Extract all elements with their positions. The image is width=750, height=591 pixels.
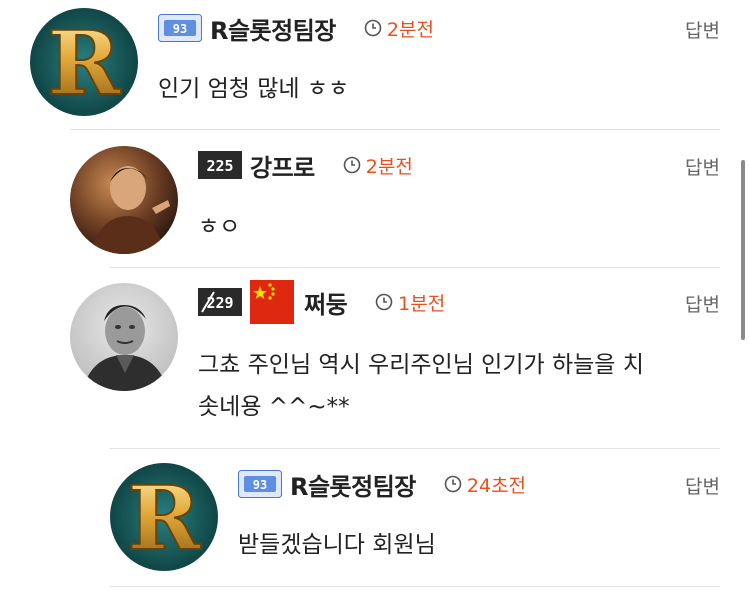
comment-item: 229 쩌둥 1분전 답변 그쵸 주인님 역시 우리주인님 인기가 하늘을 치 … — [0, 268, 750, 448]
level-badge-icon: 229 — [198, 288, 242, 316]
time-text: 1분전 — [398, 292, 446, 315]
reply-button[interactable]: 답변 — [685, 472, 720, 499]
divider — [110, 586, 720, 587]
avatar[interactable] — [70, 283, 178, 391]
comment-text: 받들겠습니다 회원님 — [238, 532, 436, 558]
svg-text:R: R — [127, 466, 201, 570]
comment-text-line-2: 솟네용 ^^~** — [198, 394, 350, 420]
clock-icon — [343, 156, 366, 174]
comment-text: 인기 엄청 많네 ㅎㅎ — [158, 76, 350, 102]
svg-text:93: 93 — [253, 478, 267, 492]
scrollbar[interactable] — [741, 160, 745, 340]
clock-icon — [364, 19, 387, 37]
china-flag-icon — [250, 280, 294, 324]
comment-text-line-1: 그쵸 주인님 역시 우리주인님 인기가 하늘을 치 — [198, 352, 644, 378]
svg-text:R: R — [47, 11, 121, 115]
comment-list: R 93 R슬롯정팀장 2분전 답변 인기 엄청 많네 ㅎㅎ 225 강프로 2… — [0, 0, 750, 591]
svg-text:225: 225 — [206, 157, 233, 175]
time-text: 2분전 — [386, 18, 434, 41]
comment-time: 24초전 — [444, 471, 526, 498]
clock-icon — [444, 475, 467, 493]
comment-item: 225 강프로 2분전 답변 ㅎㅇ — [0, 130, 750, 268]
level-badge-icon: 93 — [238, 470, 282, 498]
clock-icon — [375, 293, 398, 311]
reply-button[interactable]: 답변 — [685, 16, 720, 43]
author-name[interactable]: 강프로 — [250, 148, 315, 183]
avatar[interactable]: R — [110, 463, 218, 571]
comment-item: R 93 R슬롯정팀장 2분전 답변 인기 엄청 많네 ㅎㅎ — [0, 0, 750, 130]
level-badge-icon: 225 — [198, 151, 242, 179]
author-name[interactable]: 쩌둥 — [304, 285, 348, 320]
author-name[interactable]: R슬롯정팀장 — [210, 11, 336, 46]
comment-item: R 93 R슬롯정팀장 24초전 답변 받들겠습니다 회원님 — [0, 449, 750, 587]
svg-text:93: 93 — [173, 22, 187, 36]
avatar[interactable] — [70, 146, 178, 254]
time-text: 24초전 — [466, 474, 527, 497]
level-badge-icon: 93 — [158, 14, 202, 42]
comment-time: 1분전 — [375, 289, 445, 316]
comment-text: ㅎㅇ — [198, 214, 241, 240]
avatar[interactable]: R — [30, 8, 138, 116]
reply-button[interactable]: 답변 — [685, 290, 720, 317]
comment-time: 2분전 — [364, 15, 434, 42]
comment-time: 2분전 — [343, 152, 413, 179]
author-name[interactable]: R슬롯정팀장 — [290, 467, 416, 502]
reply-button[interactable]: 답변 — [685, 153, 720, 180]
time-text: 2분전 — [365, 155, 413, 178]
